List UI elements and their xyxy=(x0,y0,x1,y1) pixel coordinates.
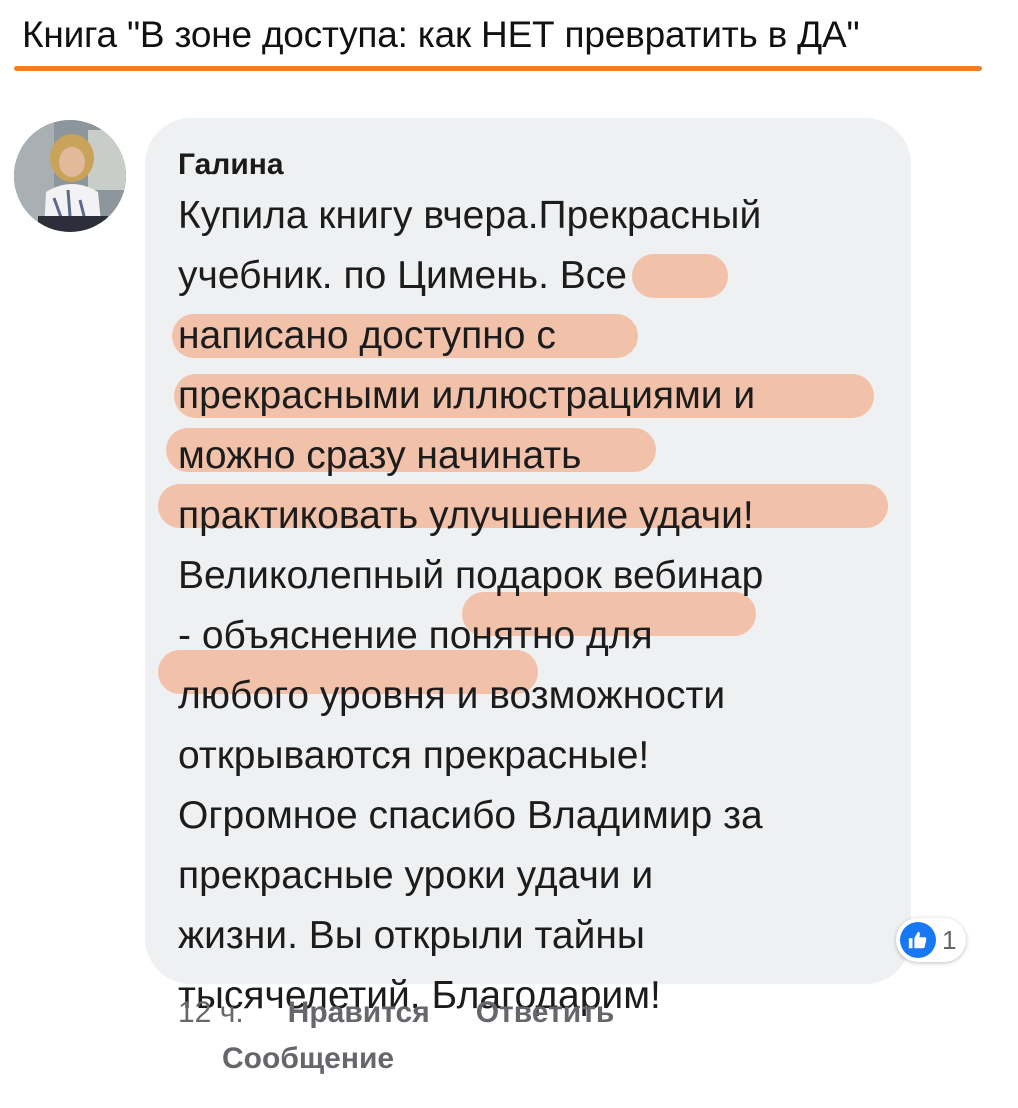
comment-line: - объяснение понятно для xyxy=(178,614,653,657)
thumbs-up-icon xyxy=(900,922,936,958)
avatar[interactable] xyxy=(14,120,126,232)
comment-line: Огромное спасибо Владимир за xyxy=(178,794,763,837)
comment-line: учебник. по Цимень. Все xyxy=(178,254,627,297)
comment-line: практиковать улучшение удачи! xyxy=(178,494,754,537)
reaction-count: 1 xyxy=(942,924,957,955)
comment-line: жизни. Вы открыли тайны xyxy=(178,914,645,957)
comment-line: можно сразу начинать xyxy=(178,434,582,477)
comment-line: открываются прекрасные! xyxy=(178,734,650,777)
comment-line: любого уровня и возможности xyxy=(178,674,726,717)
title-underline xyxy=(14,66,982,71)
like-button[interactable]: Нравится xyxy=(288,996,430,1029)
comment-line: прекрасными иллюстрациями и xyxy=(178,374,756,417)
comment-author[interactable]: Галина xyxy=(178,148,284,182)
comment-timestamp[interactable]: 12 ч. xyxy=(178,996,244,1029)
message-button[interactable]: Сообщение xyxy=(222,1042,394,1076)
comment-line: Великолепный подарок вебинар xyxy=(178,554,764,597)
reply-button[interactable]: Ответить xyxy=(476,996,615,1029)
page-title: Книга "В зоне доступа: как НЕТ превратит… xyxy=(22,14,860,55)
reaction-summary[interactable]: 1 xyxy=(896,918,967,962)
comment-actions: 12 ч. Нравится Ответить xyxy=(178,996,660,1030)
comment-text: Купила книгу вчера.Прекрасный учебник. п… xyxy=(178,186,898,1026)
comment-line: прекрасные уроки удачи и xyxy=(178,854,654,897)
comment-line: Купила книгу вчера.Прекрасный xyxy=(178,194,762,237)
comment-line: написано доступно с xyxy=(178,314,556,357)
